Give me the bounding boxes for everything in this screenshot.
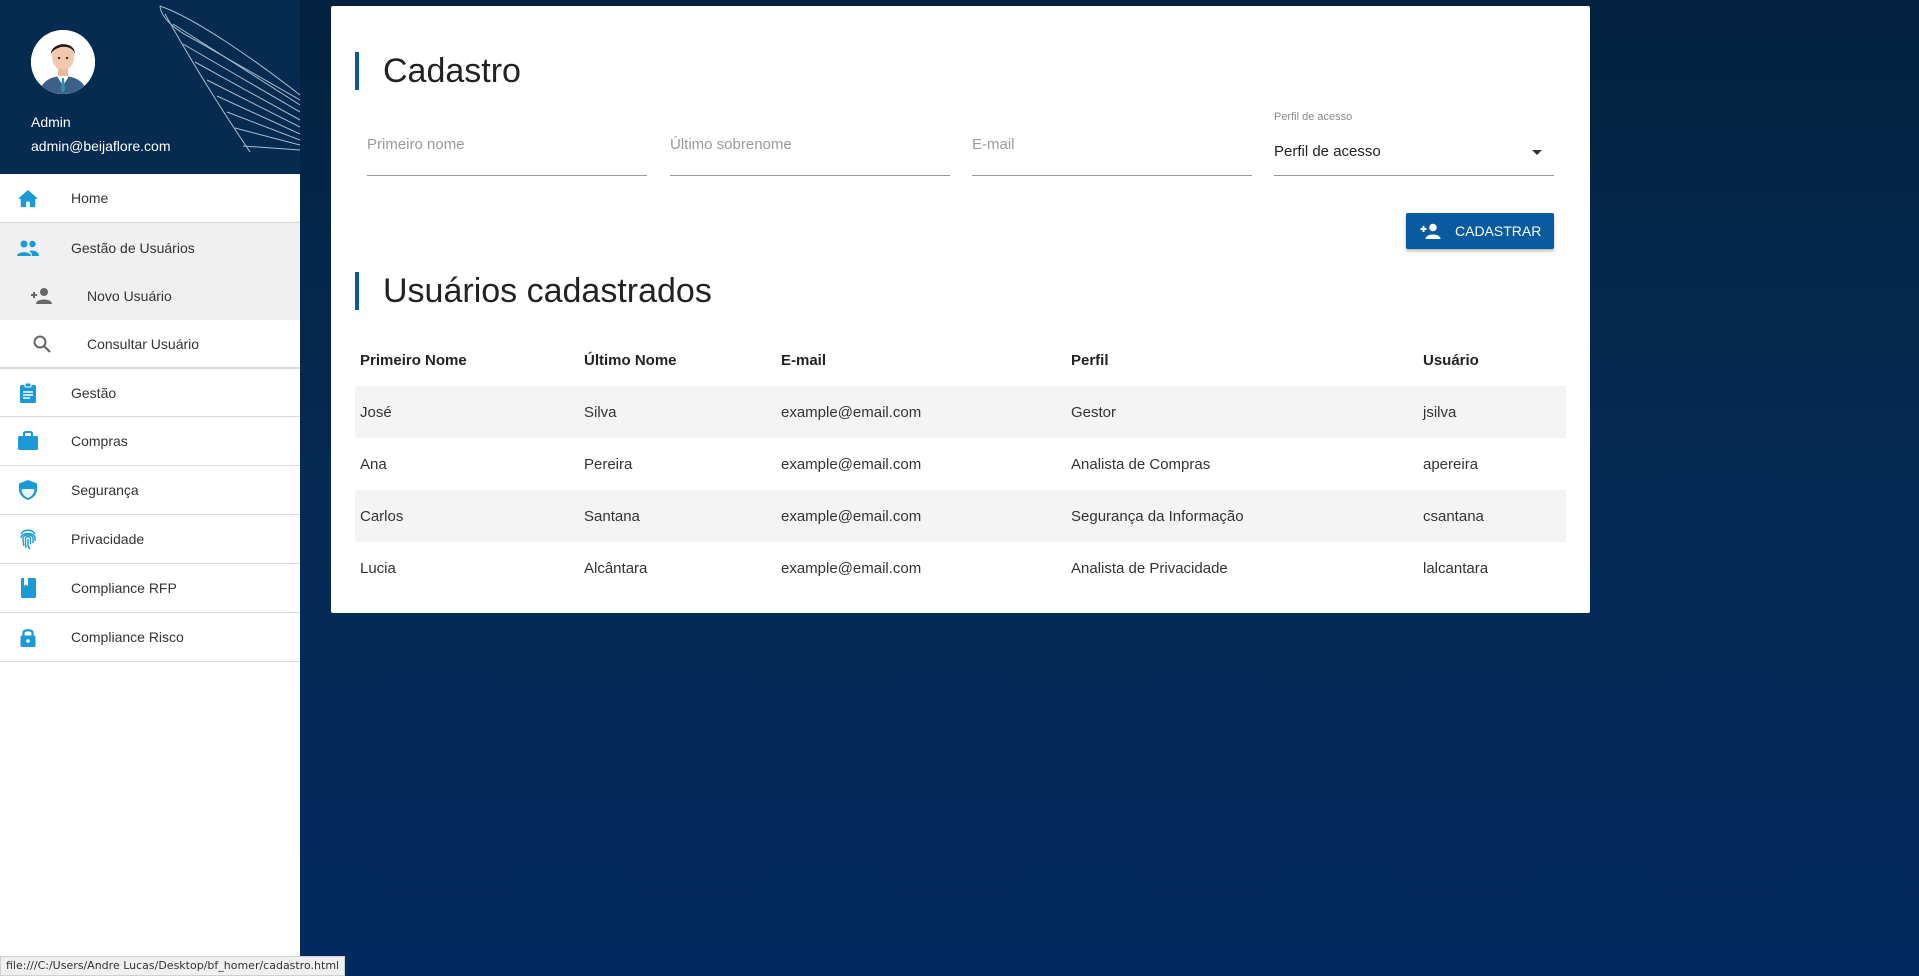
table-row[interactable]: Lucia Alcântara example@email.com Analis… xyxy=(355,542,1566,594)
main-card: Cadastro Perfil de acesso Perfil de aces… xyxy=(331,6,1590,613)
register-button[interactable]: CADASTRAR xyxy=(1406,213,1554,249)
cell-profile: Segurança da Informação xyxy=(1071,507,1244,525)
form-title: Cadastro xyxy=(355,52,521,90)
cell-email: example@email.com xyxy=(781,403,922,421)
sidebar-item-compliance-risco[interactable]: Compliance Risco xyxy=(0,613,300,662)
column-header[interactable]: Perfil xyxy=(1066,334,1418,386)
cell-profile: Analista de Privacidade xyxy=(1071,559,1228,577)
book-icon xyxy=(16,576,40,600)
profile-select-label: Perfil de acesso xyxy=(1274,111,1353,123)
first-name-field[interactable] xyxy=(367,114,647,176)
table-row[interactable]: Ana Pereira example@email.com Analista d… xyxy=(355,438,1566,490)
column-header[interactable]: E-mail xyxy=(776,334,1066,386)
sidebar-item-label: Consultar Usuário xyxy=(87,335,200,352)
chevron-down-icon xyxy=(1532,150,1542,155)
sidebar-item-seguranca[interactable]: Segurança xyxy=(0,466,300,515)
table-header-row: Primeiro Nome Último Nome E-mail Perfil … xyxy=(355,334,1566,386)
sidebar-item-compras[interactable]: Compras xyxy=(0,417,300,466)
cell-email: example@email.com xyxy=(781,507,922,525)
sidebar-item-label: Gestão xyxy=(71,384,117,401)
email-input[interactable] xyxy=(972,136,1252,153)
profile-select[interactable]: Perfil de acesso Perfil de acesso xyxy=(1274,111,1554,176)
people-icon xyxy=(16,236,40,260)
person-add-icon xyxy=(30,284,54,308)
sidebar-item-new-user[interactable]: Novo Usuário xyxy=(0,272,300,320)
users-table: Primeiro Nome Último Nome E-mail Perfil … xyxy=(355,334,1566,594)
profile-email: admin@beijaflore.com xyxy=(31,138,171,154)
cell-username: apereira xyxy=(1423,455,1479,473)
profile-select-value: Perfil de acesso xyxy=(1274,143,1381,160)
cell-username: lalcantara xyxy=(1423,559,1489,577)
clipboard-icon xyxy=(16,381,40,405)
column-header[interactable]: Usuário xyxy=(1418,334,1566,386)
sidebar-item-privacidade[interactable]: Privacidade xyxy=(0,515,300,564)
sidebar-item-label: Compliance RFP xyxy=(71,580,177,596)
table-row[interactable]: Carlos Santana example@email.com Seguran… xyxy=(355,490,1566,542)
avatar-image xyxy=(31,30,95,94)
sidebar-item-gestao[interactable]: Gestão xyxy=(0,368,300,417)
home-icon xyxy=(16,186,40,210)
sidebar-item-label: Novo Usuário xyxy=(87,288,172,304)
sidebar-item-label: Privacidade xyxy=(71,531,145,547)
cell-profile: Analista de Compras xyxy=(1071,455,1211,473)
cell-last-name: Pereira xyxy=(584,455,633,473)
shield-icon xyxy=(16,478,40,502)
cell-first-name: Lucia xyxy=(360,559,396,577)
users-table-title: Usuários cadastrados xyxy=(355,272,712,310)
cell-last-name: Santana xyxy=(584,507,640,525)
sidebar-item-label: Compras xyxy=(71,433,128,449)
sidebar-item-home[interactable]: Home xyxy=(0,174,300,223)
cell-first-name: Ana xyxy=(360,455,387,473)
cell-email: example@email.com xyxy=(781,455,922,473)
cell-profile: Gestor xyxy=(1071,403,1117,421)
person-add-icon xyxy=(1420,222,1442,240)
email-field[interactable] xyxy=(972,114,1252,176)
fingerprint-icon xyxy=(16,527,40,551)
cell-first-name: Carlos xyxy=(360,507,404,525)
browser-status-url: file:///C:/Users/Andre Lucas/Desktop/bf_… xyxy=(0,956,346,976)
sidebar-item-label: Compliance Risco xyxy=(71,629,184,645)
cell-first-name: José xyxy=(360,403,392,421)
sidebar: Admin admin@beijaflore.com Home Gestão d… xyxy=(0,0,300,976)
last-name-input[interactable] xyxy=(670,136,950,153)
cell-last-name: Silva xyxy=(584,403,617,421)
lock-icon xyxy=(16,625,40,649)
briefcase-icon xyxy=(16,429,40,453)
profile-name: Admin xyxy=(31,114,71,130)
sidebar-item-label: Gestão de Usuários xyxy=(71,239,195,256)
cell-email: example@email.com xyxy=(781,559,922,577)
sidebar-nav: Home Gestão de Usuários Novo Usuário Con… xyxy=(0,174,300,662)
column-header[interactable]: Primeiro Nome xyxy=(355,334,579,386)
search-icon xyxy=(30,332,54,356)
sidebar-item-label: Segurança xyxy=(71,482,139,498)
first-name-input[interactable] xyxy=(367,136,647,153)
register-button-label: CADASTRAR xyxy=(1455,223,1542,239)
sidebar-item-compliance-rfp[interactable]: Compliance RFP xyxy=(0,564,300,613)
avatar[interactable] xyxy=(31,30,95,94)
sidebar-item-search-user[interactable]: Consultar Usuário xyxy=(0,320,300,368)
cell-username: jsilva xyxy=(1423,403,1457,421)
cell-username: csantana xyxy=(1423,507,1484,525)
profile-header: Admin admin@beijaflore.com xyxy=(0,0,300,174)
sidebar-item-label: Home xyxy=(71,190,109,206)
last-name-field[interactable] xyxy=(670,114,950,176)
column-header[interactable]: Último Nome xyxy=(579,334,776,386)
table-row[interactable]: José Silva example@email.com Gestor jsil… xyxy=(355,386,1566,438)
wing-decoration-icon xyxy=(159,5,300,153)
sidebar-item-users[interactable]: Gestão de Usuários xyxy=(0,223,300,272)
cell-last-name: Alcântara xyxy=(584,559,648,577)
